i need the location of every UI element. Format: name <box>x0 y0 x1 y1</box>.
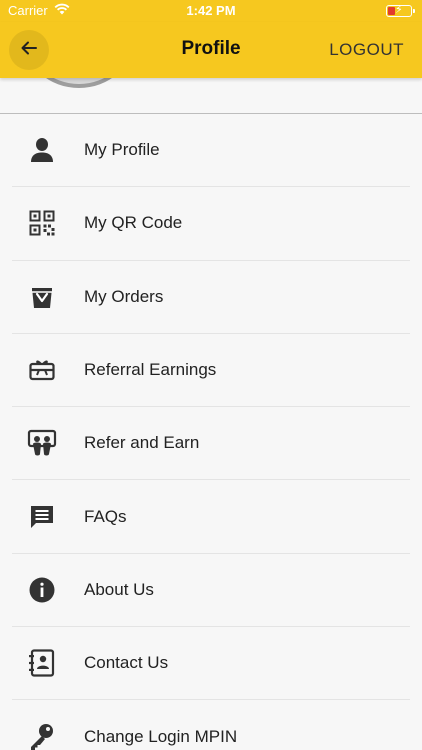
menu-item-contact-us[interactable]: Contact Us <box>12 627 410 701</box>
logout-button[interactable]: LOGOUT <box>329 40 404 60</box>
chat-icon <box>26 501 58 533</box>
menu-item-refer-and-earn[interactable]: Refer and Earn <box>12 407 410 481</box>
menu-item-about-us[interactable]: About Us <box>12 554 410 628</box>
avatar[interactable] <box>24 78 134 88</box>
menu-item-label: My QR Code <box>84 213 183 233</box>
battery-level <box>388 7 395 15</box>
key-icon <box>26 721 58 750</box>
person-icon <box>26 134 58 166</box>
menu-item-my-profile[interactable]: My Profile <box>12 114 410 188</box>
menu-item-label: Referral Earnings <box>84 360 217 380</box>
menu-item-label: Contact Us <box>84 653 169 673</box>
menu-item-label: About Us <box>84 579 154 599</box>
app-bar: Profile LOGOUT <box>0 22 422 78</box>
shopping-bag-icon <box>26 281 58 313</box>
charging-bolt-icon: ⚡ <box>395 4 403 16</box>
menu-item-label: My Profile <box>84 140 160 160</box>
menu-item-label: FAQs <box>84 506 127 526</box>
info-icon <box>26 574 58 606</box>
refer-icon <box>26 427 58 459</box>
menu-item-referral-earnings[interactable]: Referral Earnings <box>12 334 410 408</box>
status-bar: Carrier 1:42 PM ⚡ <box>0 0 422 22</box>
gift-card-icon <box>26 354 58 386</box>
profile-menu: My Profile My QR Code My Orders Referral… <box>12 114 410 750</box>
profile-header <box>0 78 422 114</box>
menu-item-faqs[interactable]: FAQs <box>12 480 410 554</box>
menu-item-change-login-mpin[interactable]: Change Login MPIN <box>12 700 410 750</box>
menu-item-my-qr-code[interactable]: My QR Code <box>12 187 410 261</box>
menu-item-my-orders[interactable]: My Orders <box>12 261 410 334</box>
qr-code-icon <box>26 207 58 239</box>
battery-icon: ⚡ <box>386 4 415 17</box>
menu-item-label: My Orders <box>84 286 164 306</box>
menu-item-label: Change Login MPIN <box>84 727 238 747</box>
contact-book-icon <box>26 647 58 679</box>
status-time: 1:42 PM <box>186 3 236 18</box>
menu-item-label: Refer and Earn <box>84 433 200 453</box>
